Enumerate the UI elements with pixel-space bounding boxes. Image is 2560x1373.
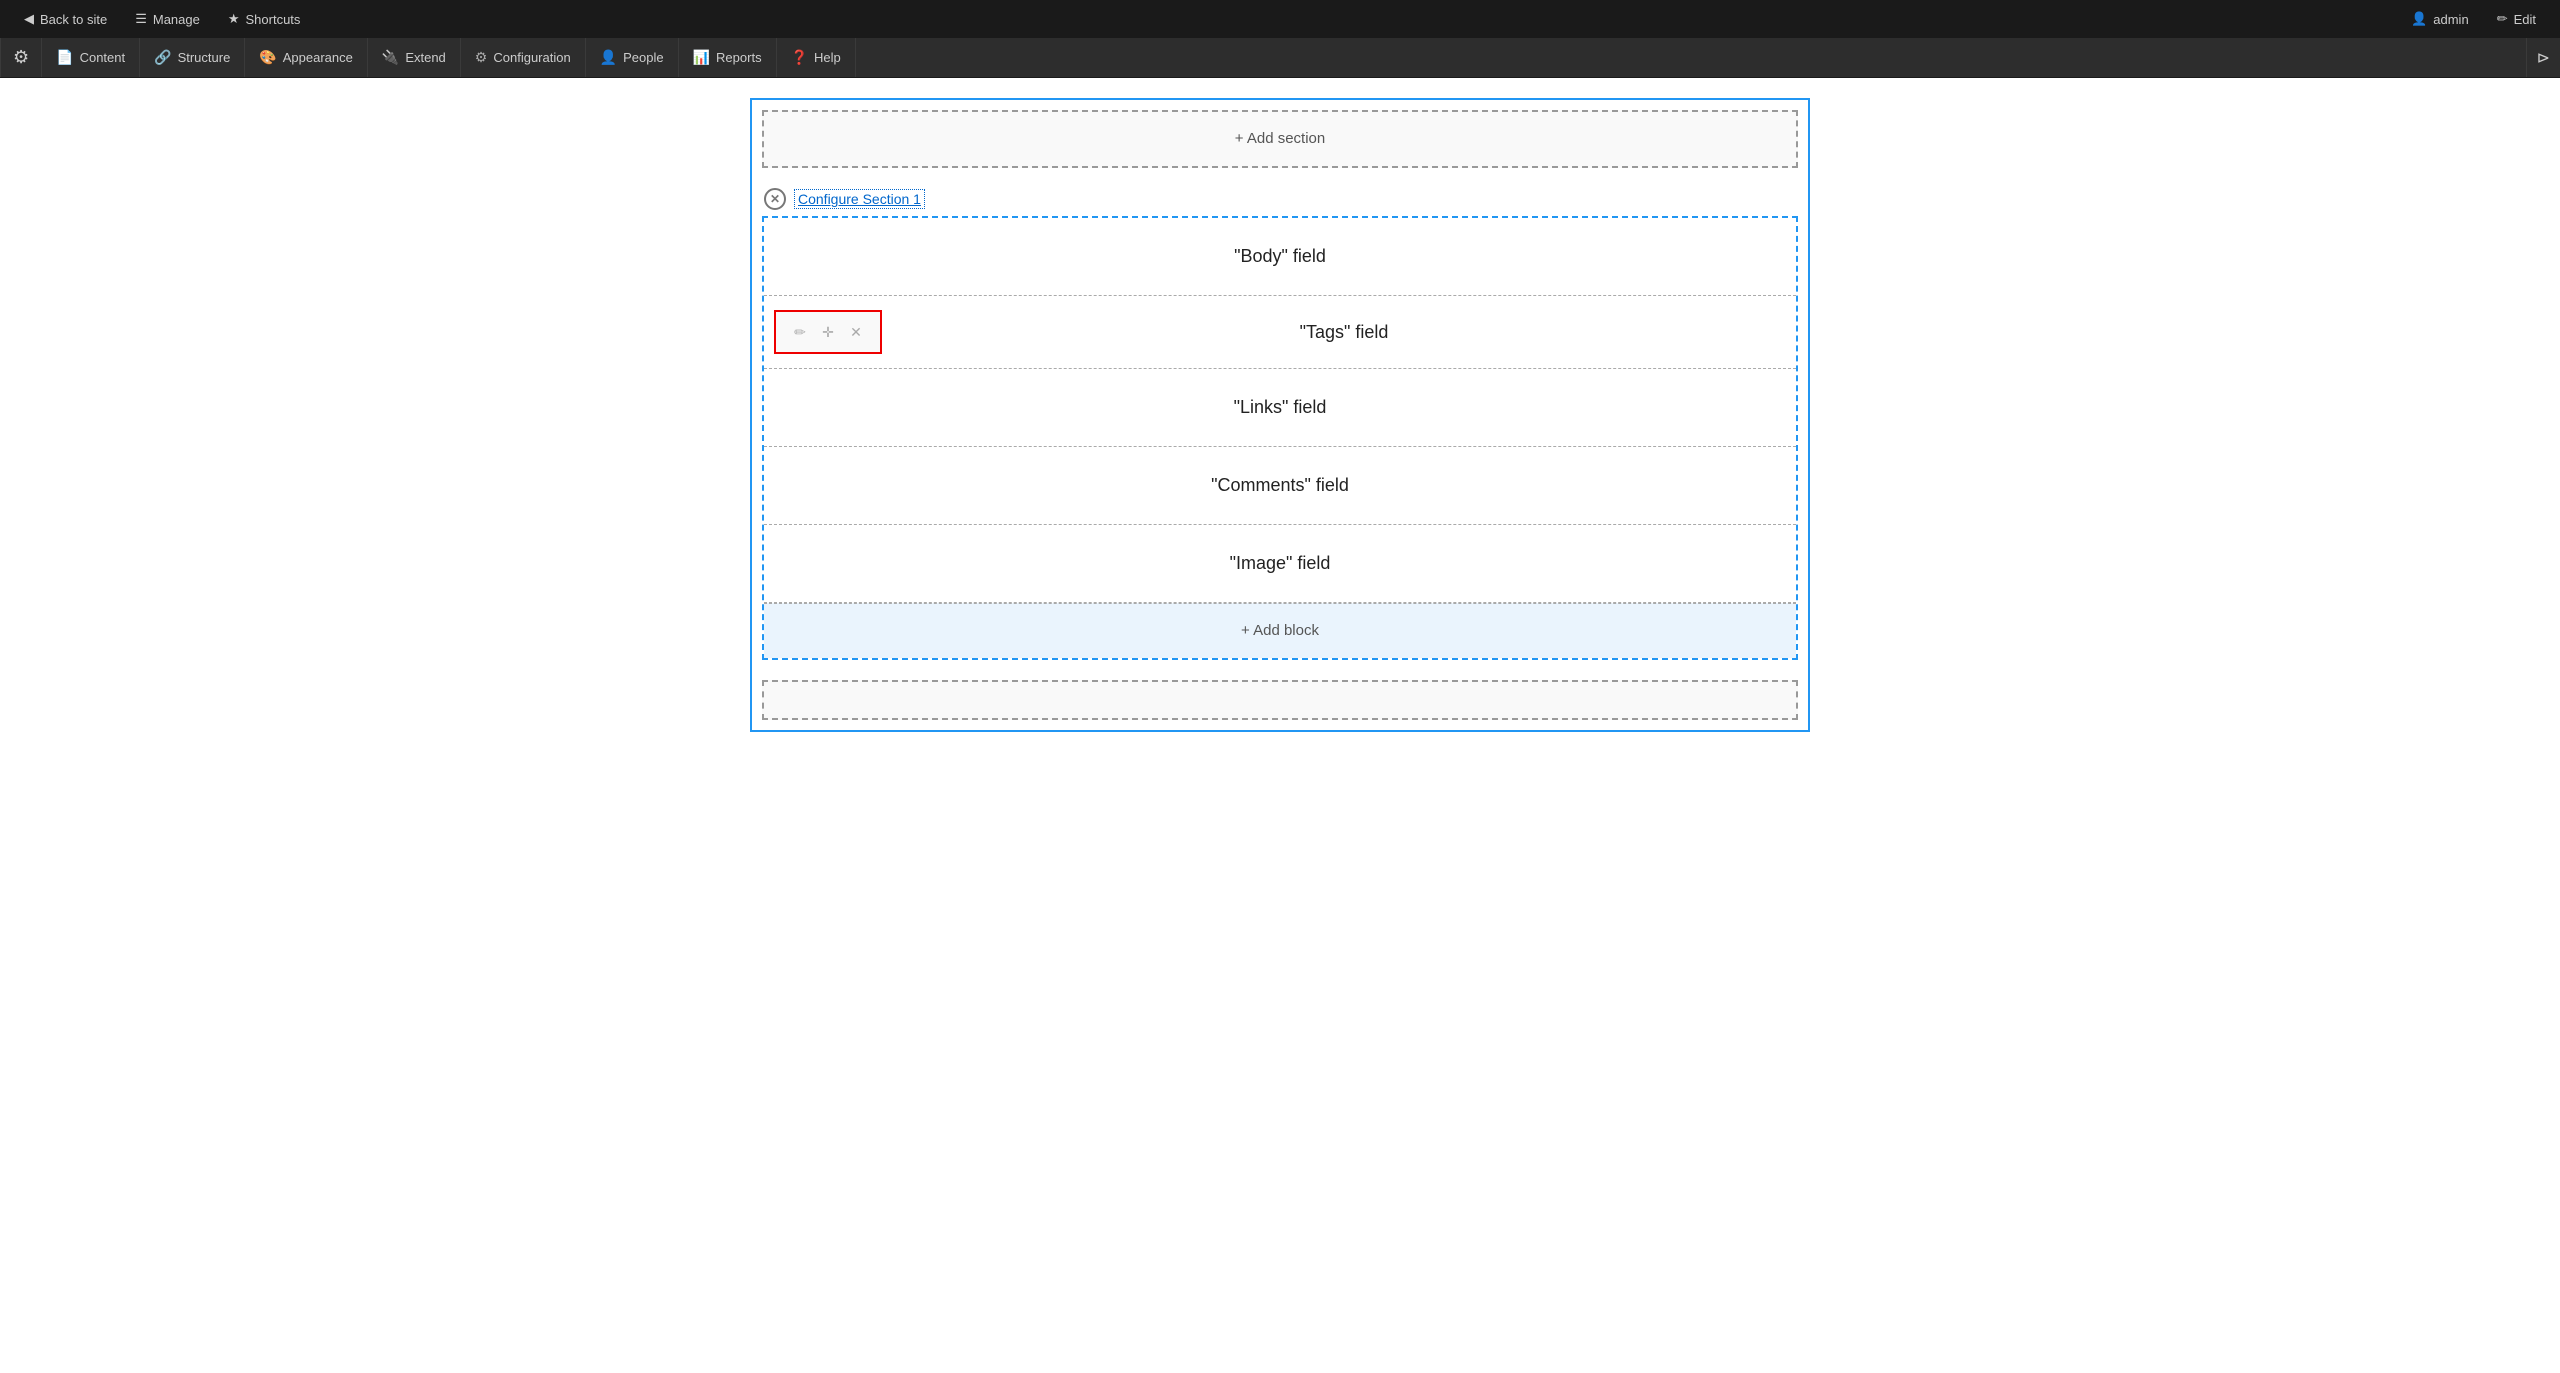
remove-block-button[interactable]: ✕ bbox=[844, 320, 868, 344]
manage-icon: ☰ bbox=[135, 11, 147, 27]
admin-bar: ◀ Back to site ☰ Manage ★ Shortcuts 👤 ad… bbox=[0, 0, 2560, 38]
edit-block-button[interactable]: ✏ bbox=[788, 320, 812, 344]
comments-field-row: "Comments" field bbox=[764, 447, 1796, 525]
configure-section-link[interactable]: Configure Section 1 bbox=[794, 189, 925, 209]
manage-label: Manage bbox=[153, 12, 200, 27]
content-icon: 📄 bbox=[56, 49, 73, 66]
section-content: "Body" field ✏ ✛ ✕ " bbox=[762, 216, 1798, 660]
add-block-area: + Add block bbox=[764, 603, 1796, 658]
structure-icon: 🔗 bbox=[154, 49, 171, 66]
shortcuts-link[interactable]: ★ Shortcuts bbox=[214, 0, 315, 38]
help-icon: ❓ bbox=[791, 49, 808, 66]
layout-builder: + Add section ✕ Configure Section 1 "Bod… bbox=[730, 98, 1830, 732]
main-content: + Add section ✕ Configure Section 1 "Bod… bbox=[0, 78, 2560, 1373]
reports-nav-item[interactable]: 📊 Reports bbox=[679, 38, 777, 77]
x-icon: ✕ bbox=[770, 192, 780, 206]
configure-section-label: Configure Section 1 bbox=[798, 191, 921, 207]
appearance-icon: 🎨 bbox=[259, 49, 276, 66]
extend-nav-item[interactable]: 🔌 Extend bbox=[368, 38, 461, 77]
secondary-nav: ⚙ 📄 Content 🔗 Structure 🎨 Appearance 🔌 E… bbox=[0, 38, 2560, 78]
configuration-nav-item[interactable]: ⚙ Configuration bbox=[461, 38, 586, 77]
nav-right: ⊳ bbox=[2526, 38, 2560, 77]
admin-bar-right: 👤 admin ✏ Edit bbox=[2397, 0, 2550, 38]
shortcuts-label: Shortcuts bbox=[246, 12, 301, 27]
back-to-site-label: Back to site bbox=[40, 12, 107, 27]
move-block-button[interactable]: ✛ bbox=[816, 320, 840, 344]
add-section-label: + Add section bbox=[1235, 130, 1325, 147]
appearance-nav-item[interactable]: 🎨 Appearance bbox=[245, 38, 368, 77]
extend-nav-label: Extend bbox=[405, 50, 445, 65]
tags-field-label: "Tags" field bbox=[892, 322, 1796, 343]
move-block-icon: ✛ bbox=[822, 324, 834, 341]
manage-link[interactable]: ☰ Manage bbox=[121, 0, 214, 38]
edit-label: Edit bbox=[2514, 12, 2536, 27]
collapse-icon: ⊳ bbox=[2537, 48, 2550, 68]
help-nav-item[interactable]: ❓ Help bbox=[777, 38, 856, 77]
image-field-label: "Image" field bbox=[1230, 553, 1331, 573]
help-nav-label: Help bbox=[814, 50, 841, 65]
configuration-icon: ⚙ bbox=[475, 49, 488, 66]
add-block-label: + Add block bbox=[1241, 622, 1319, 639]
back-icon: ◀ bbox=[24, 11, 34, 27]
extend-icon: 🔌 bbox=[382, 49, 399, 66]
people-nav-label: People bbox=[623, 50, 663, 65]
remove-section-button[interactable]: ✕ bbox=[764, 188, 786, 210]
content-nav-item[interactable]: 📄 Content bbox=[42, 38, 140, 77]
configuration-nav-label: Configuration bbox=[493, 50, 570, 65]
links-field-row: "Links" field bbox=[764, 369, 1796, 447]
drupal-home-link[interactable]: ⚙ bbox=[0, 38, 42, 77]
tags-field-row: ✏ ✛ ✕ "Tags" field bbox=[764, 296, 1796, 369]
image-field-row: "Image" field bbox=[764, 525, 1796, 603]
content-nav-label: Content bbox=[80, 50, 126, 65]
add-section-button[interactable]: + Add section bbox=[1235, 130, 1325, 147]
people-icon: 👤 bbox=[600, 49, 617, 66]
links-field-label: "Links" field bbox=[1234, 397, 1327, 417]
bottom-section-area bbox=[762, 680, 1798, 720]
admin-label: admin bbox=[2433, 12, 2468, 27]
edit-block-icon: ✏ bbox=[794, 324, 806, 341]
pencil-icon: ✏ bbox=[2497, 11, 2508, 27]
add-block-button[interactable]: + Add block bbox=[1241, 622, 1319, 639]
add-section-area: + Add section bbox=[762, 110, 1798, 168]
drupal-icon: ⚙ bbox=[13, 47, 29, 68]
admin-bar-left: ◀ Back to site ☰ Manage ★ Shortcuts bbox=[10, 0, 2393, 38]
appearance-nav-label: Appearance bbox=[283, 50, 353, 65]
block-controls: ✏ ✛ ✕ bbox=[774, 310, 882, 354]
nav-collapse-button[interactable]: ⊳ bbox=[2526, 38, 2560, 77]
reports-nav-label: Reports bbox=[716, 50, 762, 65]
edit-link[interactable]: ✏ Edit bbox=[2483, 0, 2550, 38]
back-to-site-link[interactable]: ◀ Back to site bbox=[10, 0, 121, 38]
structure-nav-item[interactable]: 🔗 Structure bbox=[140, 38, 245, 77]
reports-icon: 📊 bbox=[693, 49, 710, 66]
star-icon: ★ bbox=[228, 11, 240, 27]
body-field-label: "Body" field bbox=[1234, 246, 1326, 266]
user-icon: 👤 bbox=[2411, 11, 2427, 27]
layout-outer: + Add section ✕ Configure Section 1 "Bod… bbox=[750, 98, 1810, 732]
structure-nav-label: Structure bbox=[178, 50, 231, 65]
comments-field-label: "Comments" field bbox=[1211, 475, 1349, 495]
people-nav-item[interactable]: 👤 People bbox=[586, 38, 679, 77]
body-field-row: "Body" field bbox=[764, 218, 1796, 296]
configure-section-row: ✕ Configure Section 1 bbox=[762, 188, 1798, 210]
remove-block-icon: ✕ bbox=[850, 324, 862, 341]
admin-user-link[interactable]: 👤 admin bbox=[2397, 0, 2483, 38]
